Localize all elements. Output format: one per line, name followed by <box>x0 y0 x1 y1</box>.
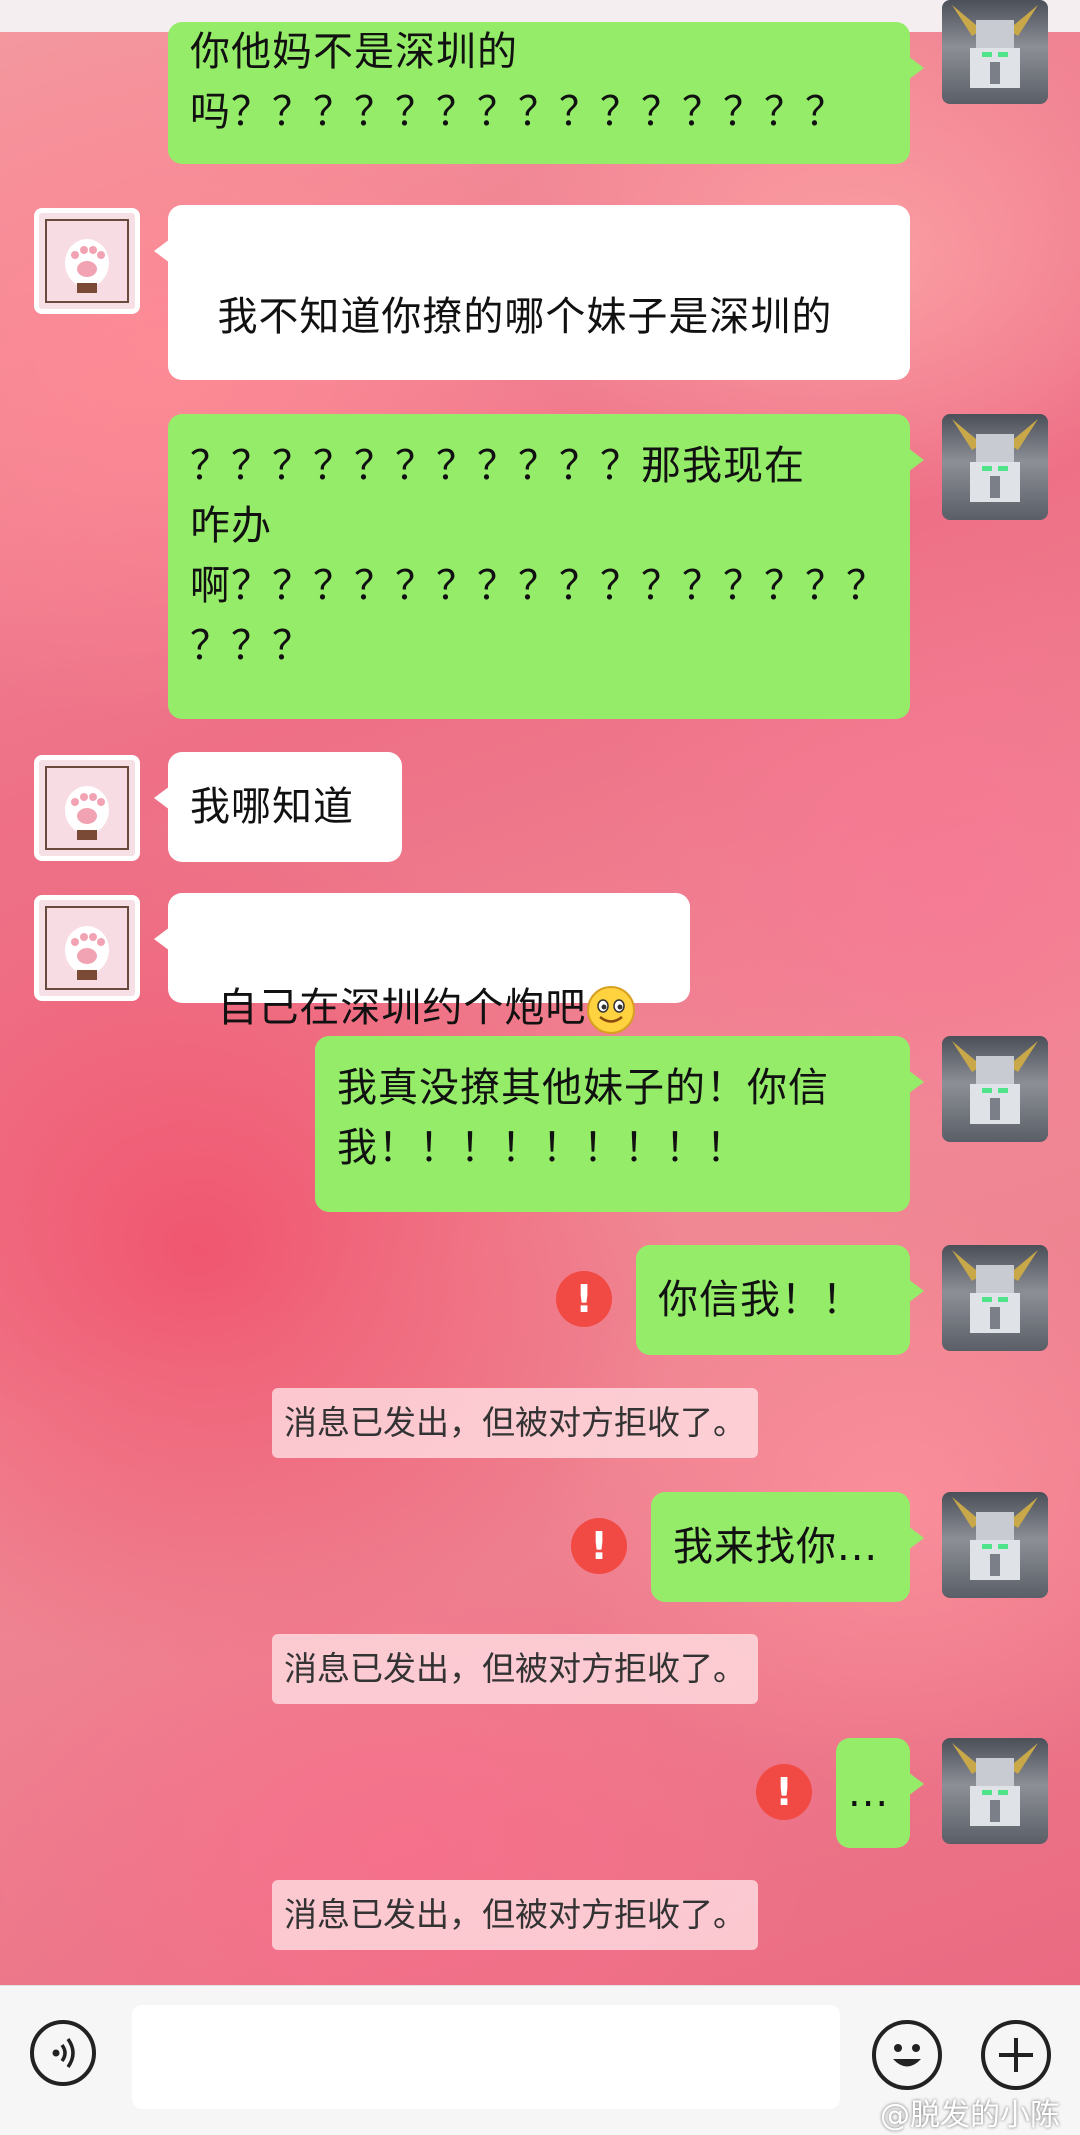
cat-paw-icon <box>65 926 109 980</box>
voice-input-button[interactable] <box>30 2020 96 2086</box>
robot-avatar-icon <box>952 1250 1038 1333</box>
plus-icon <box>999 2038 1033 2072</box>
rejected-notice: 消息已发出，但被对方拒收了。 <box>272 1634 758 1704</box>
my-avatar[interactable] <box>942 1738 1048 1844</box>
robot-avatar-icon <box>952 419 1038 502</box>
message-bubble-sent[interactable]: 我真没撩其他妹子的！你信 我！！！！！！！！！ <box>315 1036 924 1212</box>
robot-avatar-icon <box>952 1497 1038 1580</box>
cat-paw-icon <box>65 786 109 840</box>
message-bubble-sent[interactable]: 我来找你... <box>651 1492 924 1602</box>
message-text: 自己在深圳约个炮吧 <box>217 985 587 1031</box>
voice-icon <box>52 2037 75 2069</box>
my-avatar[interactable] <box>942 1245 1048 1351</box>
my-avatar[interactable] <box>942 1036 1048 1142</box>
rejected-notice: 消息已发出，但被对方拒收了。 <box>272 1880 758 1950</box>
contact-avatar[interactable] <box>34 895 140 1001</box>
send-failed-icon[interactable]: ! <box>756 1764 812 1820</box>
send-failed-icon[interactable]: ! <box>556 1271 612 1327</box>
contact-avatar[interactable] <box>34 208 140 314</box>
weibo-watermark: @脱发的小陈 <box>880 2098 1060 2133</box>
message-bubble-sent[interactable]: 你他妈不是深圳的 吗？？？？？？？？？？？？？？？ <box>168 22 924 164</box>
more-actions-button[interactable] <box>981 2020 1051 2090</box>
my-avatar[interactable] <box>942 0 1048 104</box>
robot-avatar-icon <box>952 1041 1038 1124</box>
cat-paw-icon <box>65 239 109 293</box>
rejected-notice: 消息已发出，但被对方拒收了。 <box>272 1388 758 1458</box>
message-bubble-received[interactable]: 我哪知道 <box>154 752 402 862</box>
my-avatar[interactable] <box>942 414 1048 520</box>
message-bubble-received[interactable]: 自己在深圳约个炮吧 <box>154 893 690 1034</box>
message-bubble-sent[interactable]: 你信我！！ <box>636 1245 924 1355</box>
send-failed-icon[interactable]: ! <box>571 1518 627 1574</box>
message-bubble-sent[interactable]: ？？？？？？？？？？？那我现在 咋办 啊？？？？？？？？？？？？？？？？ ？？？ <box>168 414 924 719</box>
robot-avatar-icon <box>952 1743 1038 1826</box>
emoji-button[interactable] <box>872 2020 942 2090</box>
smiley-emoji-icon <box>587 986 636 1034</box>
message-text: 我不知道你撩的哪个妹子是深圳的 <box>217 294 833 340</box>
message-input[interactable] <box>132 2005 840 2109</box>
robot-avatar-icon <box>952 5 1038 88</box>
my-avatar[interactable] <box>942 1492 1048 1598</box>
emoji-icon <box>893 2044 921 2067</box>
contact-avatar[interactable] <box>34 755 140 861</box>
message-bubble-received[interactable]: 我不知道你撩的哪个妹子是深圳的 <box>154 205 910 523</box>
message-bubble-sent[interactable]: ... <box>836 1738 924 1848</box>
